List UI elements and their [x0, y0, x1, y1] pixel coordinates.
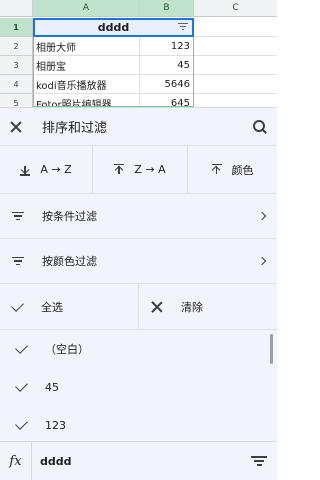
- formula-input[interactable]: dddd: [32, 455, 251, 468]
- check-icon: [15, 417, 28, 430]
- cell-b4[interactable]: 5646: [140, 75, 194, 94]
- select-clear-row: 全选 清除: [0, 284, 277, 330]
- cell-c2[interactable]: [194, 37, 277, 56]
- clear-icon: [151, 301, 163, 313]
- sort-by-color-label: 颜色: [231, 163, 254, 177]
- filter-by-condition-item[interactable]: 按条件过滤: [0, 194, 277, 239]
- panel-title: 排序和过滤: [42, 121, 108, 136]
- cell-c4[interactable]: [194, 75, 277, 94]
- cell-c3[interactable]: [194, 56, 277, 75]
- search-icon[interactable]: [253, 119, 267, 134]
- column-header-c[interactable]: C: [194, 0, 277, 17]
- values-scrollbar[interactable]: [270, 334, 273, 364]
- filter-by-condition-label: 按条件过滤: [42, 210, 97, 223]
- filter-value-label: （空白）: [45, 343, 89, 356]
- filter-value-label: 123: [45, 418, 66, 432]
- sort-filter-panel: 排序和过滤 A → Z Z → A 颜色 按条件过滤 按颜色过滤 全选 清除 （…: [0, 107, 277, 441]
- cell-b5[interactable]: 645: [140, 94, 194, 107]
- close-icon[interactable]: [10, 121, 22, 133]
- sort-ascend-arrow-icon: [114, 163, 125, 176]
- cell-a2[interactable]: 相册大师: [33, 37, 140, 56]
- cell-a3[interactable]: 相册宝: [33, 56, 140, 75]
- function-icon[interactable]: fx: [0, 441, 32, 480]
- select-all-button[interactable]: 全选: [0, 284, 139, 329]
- cell-c1[interactable]: [194, 18, 277, 37]
- select-all-label: 全选: [41, 300, 63, 314]
- spreadsheet-grid[interactable]: A B C 1 2 3 4 5 dddd 相册大师 123 相册宝 45 kod…: [0, 0, 277, 107]
- filter-by-color-item[interactable]: 按颜色过滤: [0, 239, 277, 284]
- cell-a4[interactable]: kodi音乐播放器: [33, 75, 140, 94]
- sort-z-to-a-label: Z → A: [134, 163, 166, 176]
- sort-descend-arrow-icon: [20, 164, 31, 176]
- row-header-5[interactable]: 5: [0, 94, 33, 107]
- check-icon: [15, 379, 28, 392]
- panel-header: 排序和过滤: [0, 108, 277, 146]
- column-header-b[interactable]: B: [140, 0, 194, 17]
- select-all-corner[interactable]: [0, 0, 33, 17]
- filter-value-item[interactable]: （空白）: [0, 330, 277, 368]
- sort-a-to-z-label: A → Z: [40, 163, 72, 176]
- filter-value-label: 45: [45, 380, 59, 394]
- row-header-2[interactable]: 2: [0, 37, 33, 56]
- cell-b3[interactable]: 45: [140, 56, 194, 75]
- sort-options-row: A → Z Z → A 颜色: [0, 146, 277, 194]
- formula-bar: fx dddd: [0, 441, 277, 480]
- column-filter-icon[interactable]: [178, 23, 188, 32]
- cell-b2[interactable]: 123: [140, 37, 194, 56]
- chevron-right-icon: [257, 256, 267, 266]
- check-icon: [15, 341, 28, 354]
- column-header-a[interactable]: A: [33, 0, 140, 17]
- header-cell-text: dddd: [97, 21, 130, 34]
- sort-z-to-a-button[interactable]: Z → A: [93, 146, 188, 193]
- check-icon: [11, 298, 24, 312]
- cell-a5[interactable]: Fotor照片编辑器: [33, 94, 140, 107]
- chevron-right-icon: [257, 211, 267, 221]
- sort-by-color-button[interactable]: 颜色: [188, 146, 277, 193]
- row-header-1[interactable]: 1: [0, 18, 33, 37]
- filter-value-item[interactable]: 45: [0, 368, 277, 406]
- clear-button[interactable]: 清除: [139, 284, 277, 329]
- color-sort-arrow-icon: [211, 163, 222, 176]
- row-header-4[interactable]: 4: [0, 75, 33, 94]
- filter-by-color-label: 按颜色过滤: [42, 255, 97, 268]
- cell-c5[interactable]: [194, 94, 277, 107]
- row-header-3[interactable]: 3: [0, 56, 33, 75]
- filter-value-item[interactable]: 123: [0, 406, 277, 444]
- filter-values-list[interactable]: （空白） 45 123: [0, 330, 277, 444]
- filter-icon: [12, 211, 24, 221]
- filter-icon: [12, 256, 24, 266]
- sort-a-to-z-button[interactable]: A → Z: [0, 146, 93, 193]
- filter-toggle-icon[interactable]: [251, 456, 267, 466]
- header-cell-a1[interactable]: dddd: [33, 18, 194, 37]
- clear-label: 清除: [181, 300, 203, 314]
